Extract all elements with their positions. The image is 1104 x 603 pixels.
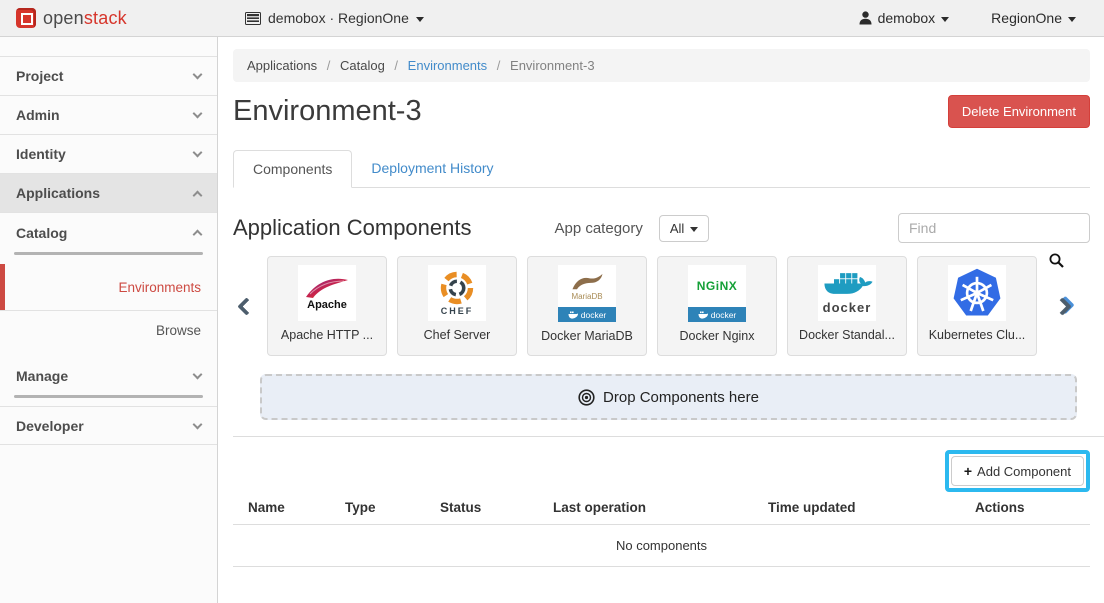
search-icon[interactable] (1049, 253, 1064, 268)
user-menu[interactable]: demobox (845, 10, 964, 26)
sidebar-item-identity[interactable]: Identity (0, 135, 217, 174)
caret-down-icon (690, 227, 698, 232)
docker-badge: docker (688, 307, 746, 322)
chevron-down-icon (193, 109, 203, 119)
list-icon (245, 12, 261, 25)
dropzone-text: Drop Components here (603, 389, 759, 406)
chevron-down-icon (193, 419, 203, 429)
delete-environment-button[interactable]: Delete Environment (948, 95, 1090, 128)
app-card-label: Chef Server (424, 328, 491, 342)
column-header-time-updated: Time updated (753, 500, 960, 515)
app-card-kubernetes[interactable]: Kubernetes Clu... (917, 256, 1037, 356)
caret-down-icon (1068, 17, 1076, 22)
region-menu-label: RegionOne (991, 10, 1062, 26)
page-title: Environment-3 (233, 95, 422, 128)
app-card-docker-standalone[interactable]: docker Docker Standal... (787, 256, 907, 356)
openstack-logo[interactable]: openstack (16, 8, 127, 29)
tab-bar: Components Deployment History (233, 150, 1090, 188)
find-input[interactable] (898, 213, 1090, 243)
carousel-next-button[interactable] (1049, 300, 1075, 313)
chef-logo: CHEF (428, 265, 486, 321)
tab-components[interactable]: Components (233, 150, 352, 188)
apache-logo: Apache (298, 265, 356, 321)
sidebar-section-bar (14, 252, 203, 255)
sidebar-item-manage[interactable]: Manage (0, 356, 217, 395)
user-icon (859, 11, 872, 25)
sidebar-section-bar (14, 395, 203, 398)
chevron-down-icon (193, 70, 203, 80)
drop-components-zone[interactable]: Drop Components here (260, 374, 1077, 420)
chevron-left-icon (237, 297, 255, 315)
app-card-label: Docker Standal... (799, 328, 895, 342)
kubernetes-logo (948, 265, 1006, 321)
sidebar-item-project[interactable]: Project (0, 57, 217, 96)
user-menu-label: demobox (878, 10, 936, 26)
chevron-up-icon (193, 230, 203, 240)
chevron-down-icon (193, 148, 203, 158)
context-label: demobox · RegionOne (268, 10, 409, 26)
docker-logo: docker (818, 265, 876, 321)
app-card-label: Apache HTTP ... (281, 328, 373, 342)
main-content: Applications / Catalog / Environments / … (219, 37, 1104, 603)
sidebar-item-environments[interactable]: Environments (0, 268, 217, 306)
column-header-name: Name (233, 500, 330, 515)
app-category-dropdown[interactable]: All (659, 215, 709, 242)
table-empty-row: No components (233, 525, 1090, 567)
docker-whale-icon (568, 311, 578, 319)
chevron-down-icon (193, 369, 203, 379)
section-divider (233, 436, 1104, 437)
docker-badge: docker (558, 307, 616, 322)
region-menu[interactable]: RegionOne (963, 10, 1090, 26)
highlight-box: + Add Component (945, 450, 1090, 492)
column-header-actions: Actions (960, 500, 1090, 515)
app-category-label: App category (554, 220, 642, 237)
app-card-chef[interactable]: CHEF Chef Server (397, 256, 517, 356)
app-card-label: Docker MariaDB (541, 329, 633, 343)
column-header-last-operation: Last operation (538, 500, 753, 515)
openstack-cube-icon (16, 8, 36, 28)
project-region-switcher[interactable]: demobox · RegionOne (245, 10, 424, 26)
breadcrumb-current: Environment-3 (510, 58, 595, 73)
tab-deployment-history[interactable]: Deployment History (352, 150, 512, 188)
app-card-apache[interactable]: Apache Apache HTTP ... (267, 256, 387, 356)
brand-wordmark: openstack (43, 8, 127, 29)
app-card-docker-nginx[interactable]: NGiNX docker Docker Nginx (657, 256, 777, 356)
components-table: Name Type Status Last operation Time upd… (233, 500, 1090, 567)
plus-icon: + (964, 463, 972, 479)
top-header: openstack demobox · RegionOne demobox Re… (0, 0, 1104, 37)
caret-down-icon (416, 17, 424, 22)
column-header-type: Type (330, 500, 425, 515)
sidebar-item-admin[interactable]: Admin (0, 96, 217, 135)
sidebar-nav: Project Admin Identity Applications Cata… (0, 37, 218, 603)
column-header-status: Status (425, 500, 538, 515)
mariadb-docker-logo: MariaDB docker (558, 265, 616, 322)
caret-down-icon (941, 17, 949, 22)
breadcrumb-catalog[interactable]: Catalog (340, 58, 385, 73)
sidebar-item-developer[interactable]: Developer (0, 406, 217, 445)
breadcrumb: Applications / Catalog / Environments / … (233, 49, 1090, 82)
docker-whale-icon (698, 311, 708, 319)
breadcrumb-environments[interactable]: Environments (408, 58, 487, 73)
components-carousel: Apache Apache HTTP ... CHEF Chef Server (233, 256, 1090, 356)
app-card-label: Kubernetes Clu... (929, 328, 1026, 342)
panel-title: Application Components (233, 215, 471, 241)
sidebar-scroll-stub (0, 37, 217, 57)
breadcrumb-applications[interactable]: Applications (247, 58, 317, 73)
sidebar-item-browse[interactable]: Browse (0, 310, 217, 350)
app-card-label: Docker Nginx (679, 329, 754, 343)
target-icon (578, 389, 595, 406)
sidebar-item-catalog[interactable]: Catalog (0, 213, 217, 252)
carousel-prev-button[interactable] (233, 300, 259, 313)
sidebar-item-applications[interactable]: Applications (0, 174, 217, 213)
chevron-up-icon (193, 190, 203, 200)
table-header-row: Name Type Status Last operation Time upd… (233, 500, 1090, 525)
add-component-button[interactable]: + Add Component (951, 456, 1084, 486)
nginx-docker-logo: NGiNX docker (688, 265, 746, 322)
chevron-right-icon (1053, 297, 1071, 315)
active-item-indicator (0, 264, 5, 310)
app-card-docker-mariadb[interactable]: MariaDB docker Docker MariaDB (527, 256, 647, 356)
